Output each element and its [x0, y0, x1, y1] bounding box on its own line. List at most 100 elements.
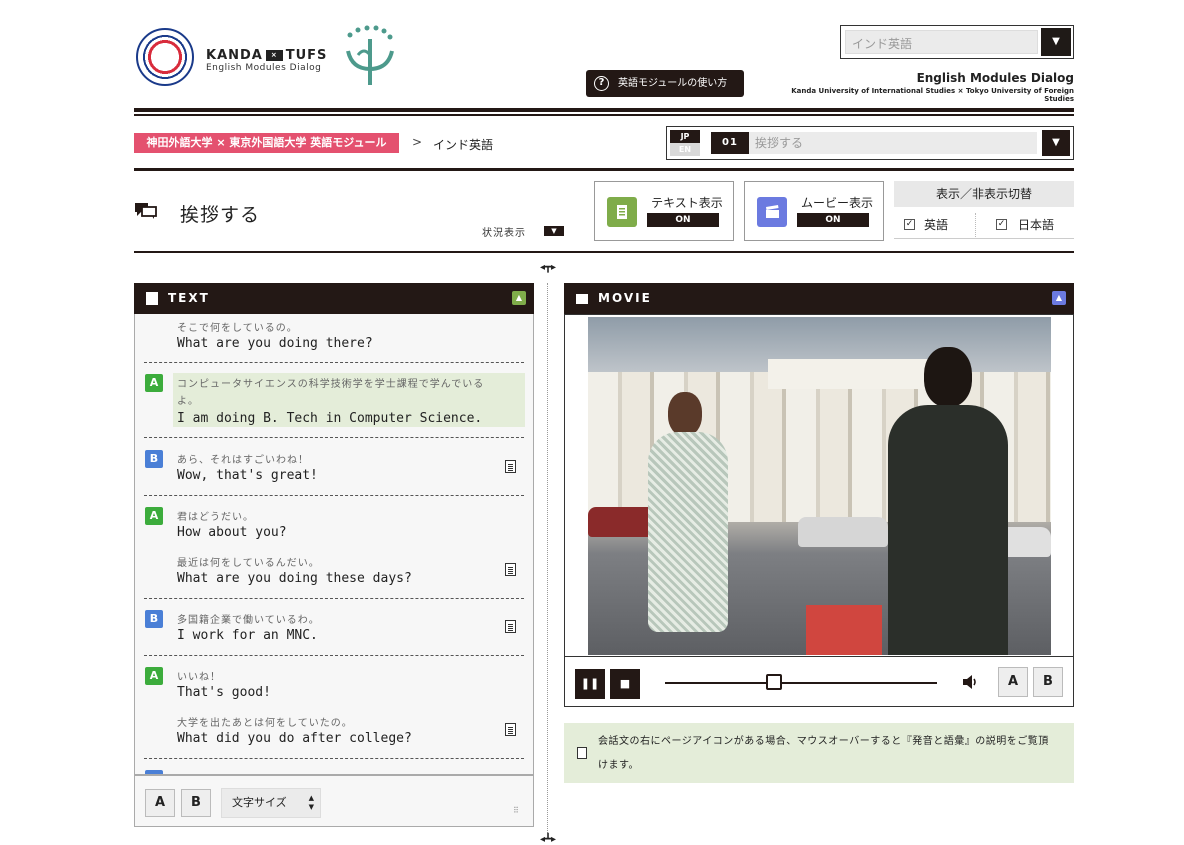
breadcrumb-separator: >: [412, 135, 423, 149]
text-display-toggle[interactable]: テキスト表示 ON: [594, 181, 734, 241]
page-icon[interactable]: [505, 723, 516, 736]
speaker-b-badge: B: [145, 610, 163, 628]
panel-splitter[interactable]: [547, 283, 548, 833]
logo-tufs-text: TUFS: [285, 48, 328, 63]
movie-panel-header: MOVIE ▲: [564, 283, 1074, 314]
logo-kanda-text: KANDA: [206, 48, 263, 63]
line-en[interactable]: What are you doing these days?: [177, 571, 412, 586]
text-panel-icon: [146, 292, 158, 305]
scene-number: 01: [711, 132, 749, 154]
text-panel-header: TEXT ▲: [134, 283, 534, 314]
header-divider-thin: [134, 114, 1074, 116]
video-barrier: [806, 605, 882, 655]
english-checkbox[interactable]: ✓: [904, 219, 915, 230]
line-jp: いいね！: [177, 672, 221, 683]
pause-button[interactable]: ❚❚: [575, 669, 605, 699]
header-divider: [134, 108, 1074, 112]
scene-select[interactable]: JP EN 01 挨拶する ▼: [666, 126, 1074, 160]
line-jp: あら、それはすごいわね！: [177, 455, 309, 466]
line-jp: 多国籍企業で働いているわ。: [177, 615, 320, 626]
spin-down-icon[interactable]: ▼: [309, 803, 314, 811]
spinner-arrows-icon[interactable]: ▲ ▼: [309, 794, 314, 812]
status-display-label[interactable]: 状況表示: [482, 224, 526, 239]
resize-grip-icon[interactable]: ⠿: [513, 806, 523, 816]
page-icon: [577, 747, 587, 759]
language-en-toggle[interactable]: EN: [670, 143, 700, 156]
line-en[interactable]: How about you?: [177, 525, 287, 540]
video-body: [648, 432, 728, 632]
line-jp: 君はどうだい。: [177, 512, 254, 523]
speaker-a-mute-button[interactable]: A: [998, 667, 1028, 697]
seek-handle[interactable]: [766, 674, 782, 690]
font-size-stepper[interactable]: 文字サイズ ▲ ▼: [221, 788, 321, 818]
breadcrumb-root[interactable]: 神田外語大学 × 東京外国語大学 英語モジュール: [134, 133, 399, 153]
movie-display-label: ムービー表示: [800, 196, 873, 210]
display-switch-options: ✓ 英語 ✓ 日本語: [894, 211, 1074, 239]
seek-bar[interactable]: [665, 682, 937, 684]
video-person-man: [888, 347, 1008, 655]
options-divider: [975, 213, 976, 237]
text-display-state: ON: [647, 213, 719, 227]
line-en[interactable]: That's good!: [177, 685, 271, 700]
line-jp: よ。: [177, 396, 199, 407]
video-body: [888, 405, 1008, 655]
resize-handle-top[interactable]: ◂┳▸: [533, 262, 563, 273]
page-icon[interactable]: [505, 460, 516, 473]
clapper-icon: [576, 294, 588, 304]
scene-select-value[interactable]: 挨拶する: [749, 132, 1037, 154]
chevron-down-icon[interactable]: ▼: [1041, 28, 1071, 56]
movie-display-toggle[interactable]: ムービー表示 ON: [744, 181, 884, 241]
movie-display-state: ON: [797, 213, 869, 227]
movie-panel-title: MOVIE: [598, 291, 652, 305]
line-jp: コンピュータサイエンスの科学技術学を学士課程で学んでいる: [177, 379, 485, 390]
line-jp: 最近は何をしているんだい。: [177, 558, 320, 569]
line-en[interactable]: What did you do after college?: [177, 731, 412, 746]
video-head: [668, 392, 702, 436]
speaker-b-filter-button[interactable]: B: [181, 789, 211, 817]
spin-up-icon[interactable]: ▲: [309, 794, 314, 802]
speaker-b-mute-button[interactable]: B: [1033, 667, 1063, 697]
line-en[interactable]: I work for an MNC.: [177, 628, 318, 643]
collapse-icon[interactable]: ▲: [512, 291, 526, 305]
speaker-a-filter-button[interactable]: A: [145, 789, 175, 817]
speech-bubbles-icon: [134, 202, 158, 220]
page-icon[interactable]: [505, 563, 516, 576]
speaker-a-badge: A: [145, 667, 163, 685]
line-divider: [144, 437, 524, 438]
line-en[interactable]: Wow, that's great!: [177, 468, 318, 483]
line-en[interactable]: What are you doing there?: [177, 336, 373, 351]
english-label[interactable]: 英語: [924, 216, 948, 233]
section-divider: [134, 168, 1074, 171]
display-switch-title: 表示／非表示切替: [894, 181, 1074, 207]
display-switch: 表示／非表示切替 ✓ 英語 ✓ 日本語: [894, 181, 1074, 241]
page-icon[interactable]: [505, 620, 516, 633]
resize-handle-bottom[interactable]: ◂┻▸: [533, 834, 563, 845]
collapse-icon[interactable]: ▲: [1052, 291, 1066, 305]
dialog-text-list[interactable]: そこで何をしているの。 What are you doing there? A …: [134, 314, 534, 775]
status-display-toggle[interactable]: ▼: [544, 226, 564, 236]
speaker-a-badge: A: [145, 507, 163, 525]
title-divider: [134, 251, 1074, 253]
stop-button[interactable]: ■: [610, 669, 640, 699]
language-jp-toggle[interactable]: JP: [670, 130, 700, 143]
font-size-label: 文字サイズ: [232, 796, 287, 809]
language-select-value[interactable]: インド英語: [845, 30, 1038, 54]
logo-x-text: ×: [265, 50, 283, 61]
video-frame[interactable]: [588, 317, 1051, 655]
line-divider: [144, 495, 524, 496]
clapper-icon: [757, 197, 787, 227]
howto-button[interactable]: ? 英語モジュールの使い方: [586, 70, 744, 97]
kanda-tufs-logo[interactable]: KANDA × TUFS: [206, 48, 327, 63]
language-select[interactable]: インド英語 ▼: [840, 25, 1074, 59]
line-en[interactable]: I am doing B. Tech in Computer Science.: [177, 411, 482, 426]
volume-icon[interactable]: [961, 673, 979, 695]
japanese-label[interactable]: 日本語: [1018, 216, 1054, 233]
video-car: [798, 517, 888, 547]
tufs-logo[interactable]: [340, 25, 400, 89]
chevron-down-icon[interactable]: ▼: [1042, 130, 1070, 156]
line-jp: 大学を出たあとは何をしていたの。: [177, 718, 353, 729]
kanda-university-logo[interactable]: [136, 28, 194, 86]
japanese-checkbox[interactable]: ✓: [996, 219, 1007, 230]
breadcrumb-current: インド英語: [433, 138, 494, 152]
hint-text: 会話文の右にページアイコンがある場合、マウスオーバーすると『発音と語彙』の説明を…: [598, 736, 1049, 771]
